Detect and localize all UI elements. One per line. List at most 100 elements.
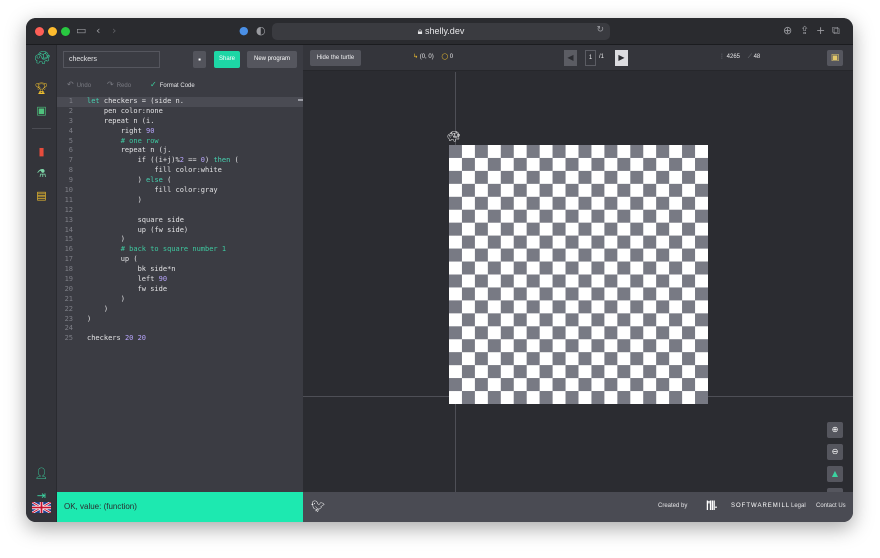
export-button[interactable]: ▣ <box>827 50 843 66</box>
legal-link[interactable]: Legal <box>791 503 806 509</box>
board-square <box>552 365 566 379</box>
page-number-input[interactable]: 1 <box>585 50 596 66</box>
board-square <box>656 326 670 340</box>
new-program-button[interactable]: New program <box>247 51 297 68</box>
code-line[interactable]: 15 ) <box>57 235 303 245</box>
extension-icon[interactable]: ● <box>239 24 249 38</box>
code-line[interactable]: 13 square side <box>57 216 303 226</box>
code-line[interactable]: 18 bk side*n <box>57 265 303 275</box>
board-square <box>682 274 696 288</box>
code-line[interactable]: 11 ) <box>57 196 303 206</box>
board-square <box>565 391 579 404</box>
board-square <box>656 209 670 223</box>
gallery-icon[interactable]: ▣ <box>34 103 49 118</box>
zoom-window-button[interactable] <box>61 27 70 36</box>
code-line[interactable]: 21 ) <box>57 295 303 305</box>
board-square <box>695 157 708 172</box>
code-line[interactable]: 4 right 90 <box>57 127 303 137</box>
code-line[interactable]: 22 ) <box>57 305 303 315</box>
board-square <box>526 339 540 353</box>
code-line[interactable]: 17 up ( <box>57 255 303 265</box>
address-bar[interactable]: 🔒︎ shelly.dev ↻ <box>272 23 610 40</box>
undo-button[interactable]: ↶ Undo <box>67 81 91 90</box>
code-line[interactable]: 1 let checkers = (side n. <box>57 97 303 107</box>
code-line[interactable]: 7 if ((i+j)%2 == 0) then ( <box>57 156 303 166</box>
hide-turtle-button[interactable]: Hide the turtle <box>310 50 361 66</box>
format-code-button[interactable]: ✓ Format Code <box>150 81 195 90</box>
teacher-icon[interactable]: ▤ <box>34 188 49 203</box>
save-button[interactable]: ▪ <box>193 51 206 68</box>
center-turtle-button[interactable]: ▲ <box>827 466 843 482</box>
download-icon[interactable]: ⊕ <box>783 24 792 38</box>
zoom-in-button[interactable]: ⊕ <box>827 422 843 438</box>
language-flag-icon[interactable] <box>32 502 51 513</box>
board-square <box>656 378 670 392</box>
code-line[interactable]: 2 pen color:none <box>57 107 303 117</box>
tabs-overview-icon[interactable]: ⧉ <box>832 24 840 38</box>
board-square <box>449 313 463 327</box>
code-line[interactable]: 16 # back to square number 1 <box>57 245 303 255</box>
board-square <box>669 209 683 223</box>
code-line[interactable]: 5 # one row <box>57 137 303 147</box>
sidebar-toggle-icon[interactable]: ▭ <box>76 24 86 38</box>
code-line[interactable]: 25 checkers 20 20 <box>57 334 303 344</box>
board-square <box>565 235 579 249</box>
code-line[interactable]: 3 repeat n (i. <box>57 117 303 127</box>
code-line[interactable]: 14 up (fw side) <box>57 226 303 236</box>
redo-icon: ↷ <box>107 80 114 89</box>
board-square <box>669 170 683 185</box>
code-area[interactable]: 1 let checkers = (side n. 2 pen color:none… <box>57 97 303 344</box>
board-square <box>656 300 670 314</box>
share-button[interactable]: Share <box>214 51 240 68</box>
line-number: 2 <box>68 106 73 115</box>
board-square <box>474 326 489 340</box>
back-icon[interactable]: ‹ <box>96 24 100 38</box>
board-square <box>461 235 476 249</box>
next-page-button[interactable]: ▶ <box>615 50 628 66</box>
code-line[interactable]: 20 fw side <box>57 285 303 295</box>
logout-icon[interactable]: ⇥ <box>34 488 49 503</box>
code-line[interactable]: 19 left 90 <box>57 275 303 285</box>
code-line[interactable]: 12 <box>57 206 303 216</box>
board-square <box>539 287 553 301</box>
zoom-out-button[interactable]: ⊖ <box>827 444 843 460</box>
book-icon[interactable]: ▮ <box>34 144 49 159</box>
code-line[interactable]: 23) <box>57 315 303 325</box>
program-name-input[interactable]: checkers <box>63 51 160 68</box>
board-square <box>604 339 618 353</box>
shield-icon[interactable]: ◐ <box>256 24 266 38</box>
user-settings-icon[interactable]: 👤︎ <box>34 466 49 481</box>
board-square <box>500 326 514 340</box>
board-square <box>604 274 618 288</box>
board-square <box>578 170 592 185</box>
code-line[interactable]: 6 repeat n (j. <box>57 146 303 156</box>
redo-button[interactable]: ↷ Redo <box>107 81 131 90</box>
minimize-window-button[interactable] <box>48 27 57 36</box>
forward-icon[interactable]: › <box>112 24 116 38</box>
reload-icon[interactable]: ↻ <box>596 25 604 35</box>
new-tab-icon[interactable]: + <box>816 24 825 38</box>
logo-icon[interactable]: 🐢︎ <box>34 51 51 66</box>
line-number: 10 <box>64 186 73 195</box>
trophy-icon[interactable]: 🏆︎ <box>34 81 49 96</box>
board-square <box>500 378 514 392</box>
flask-icon[interactable]: ⚗ <box>34 166 49 181</box>
code-line[interactable]: 9 ) else ( <box>57 176 303 186</box>
softwaremill-name[interactable]: SOFTWAREMILL <box>731 503 790 509</box>
contact-us-link[interactable]: Contact Us <box>816 503 846 509</box>
code-line[interactable]: 24 <box>57 324 303 334</box>
code-line[interactable]: 10 fill color:gray <box>57 186 303 196</box>
code-line[interactable]: 8 fill color:white <box>57 166 303 176</box>
board-square <box>643 378 657 392</box>
softwaremill-logo[interactable]: |'|||. <box>706 500 717 511</box>
board-square <box>513 261 527 275</box>
close-window-button[interactable] <box>35 27 44 36</box>
board-square <box>539 326 553 340</box>
board-square <box>513 209 527 223</box>
twitter-icon[interactable]: 🐦︎ <box>311 500 325 513</box>
board-square <box>449 145 463 159</box>
previous-page-button[interactable]: ◀ <box>564 50 577 66</box>
board-square <box>565 326 579 340</box>
board-square <box>604 209 618 223</box>
share-icon[interactable]: ⇪ <box>800 24 809 38</box>
